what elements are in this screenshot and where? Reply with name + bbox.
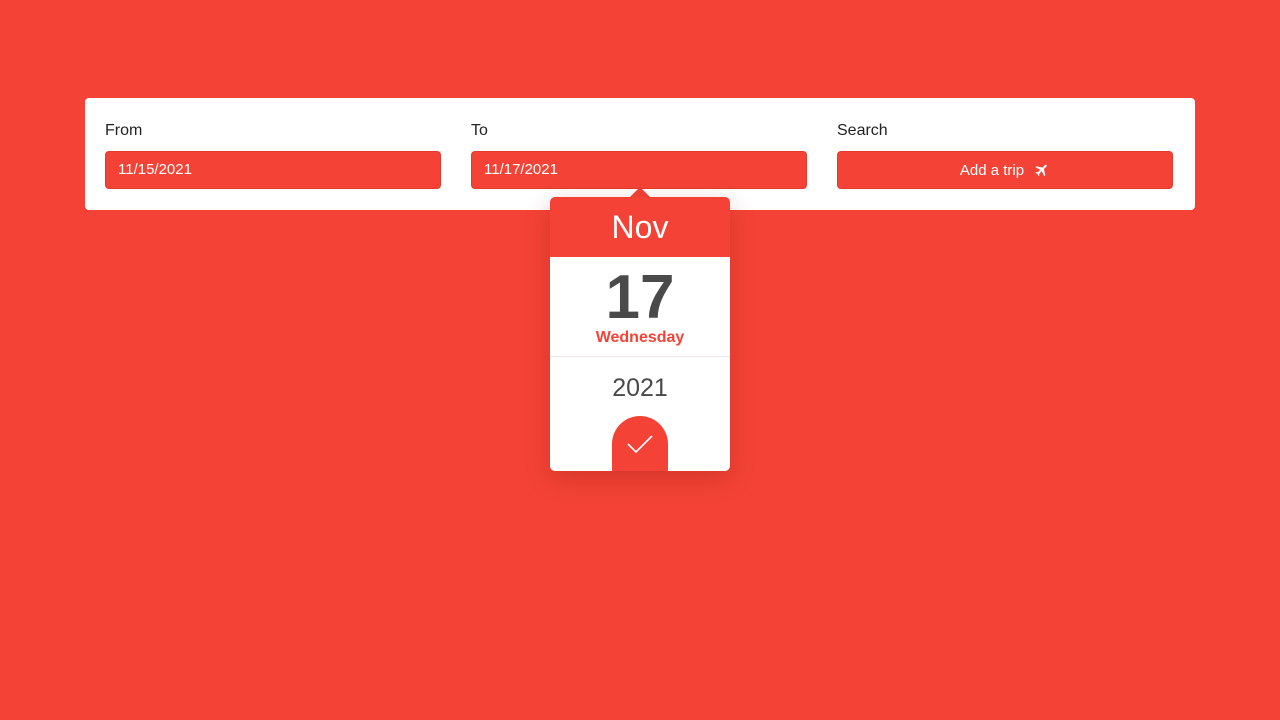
from-label: From	[105, 122, 143, 139]
datepicker-month[interactable]: Nov	[550, 197, 730, 257]
to-date-input[interactable]: 11/17/2021	[471, 151, 807, 189]
add-trip-button-label: Add a trip	[959, 161, 1025, 179]
datepicker-pointer	[630, 187, 650, 197]
search-label: Search	[837, 122, 888, 139]
from-date-input[interactable]: 11/15/2021	[105, 151, 441, 189]
airplane-icon	[1034, 162, 1050, 178]
datepicker-day-section: 17 Wednesday	[550, 257, 730, 357]
to-label: To	[471, 122, 488, 139]
confirm-date-button[interactable]	[612, 416, 668, 471]
add-trip-button[interactable]: Add a trip	[837, 151, 1173, 189]
datepicker-day[interactable]: 17	[550, 257, 730, 329]
checkmark-icon	[626, 433, 654, 460]
datepicker-weekday: Wednesday	[595, 329, 685, 346]
datepicker-year[interactable]: 2021	[550, 374, 730, 403]
datepicker-popup: Nov 17 Wednesday 2021	[550, 197, 730, 471]
